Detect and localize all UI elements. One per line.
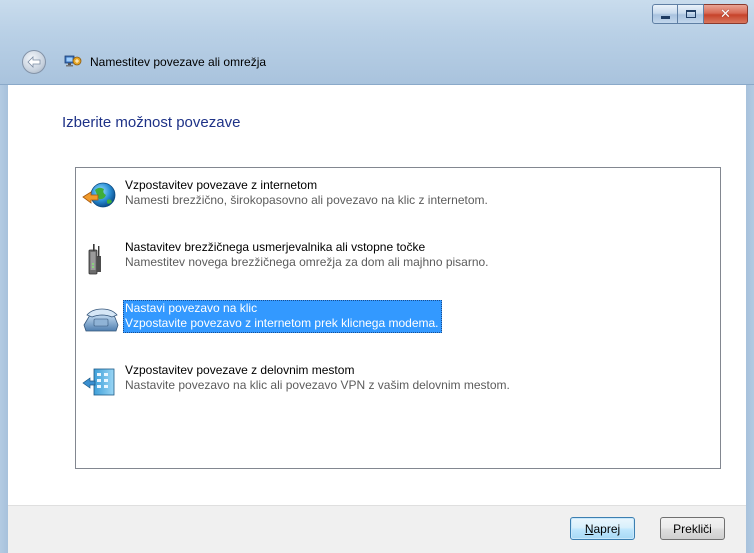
back-arrow-icon: [27, 56, 41, 68]
close-button[interactable]: ✕: [704, 4, 748, 24]
option-title: Vzpostavitev povezave z delovnim mestom: [125, 363, 355, 377]
window-titlebar: [0, 0, 754, 85]
option-wireless-router[interactable]: Nastavitev brezžičnega usmerjevalnika al…: [76, 238, 720, 278]
option-text: Vzpostavitev povezave z delovnim mestom …: [125, 363, 510, 393]
wireless-router-icon: [88, 244, 101, 275]
cancel-button[interactable]: Prekliči: [660, 517, 725, 540]
option-description: Vzpostavite povezavo z internetom prek k…: [125, 316, 439, 330]
option-description: Namestitev novega brezžičnega omrežja za…: [125, 255, 489, 269]
connection-options-list: Vzpostavitev povezave z internetom Names…: [75, 167, 721, 469]
option-description: Namesti brezžično, širokopasovno ali pov…: [125, 193, 488, 207]
option-internet-connection[interactable]: Vzpostavitev povezave z internetom Names…: [76, 176, 720, 216]
globe-connect-icon: [82, 182, 116, 208]
workplace-network-icon: [82, 368, 115, 396]
minimize-icon: [660, 15, 670, 19]
wizard-window: ✕ Namestitev povezave ali omrežja Izberi…: [0, 0, 754, 553]
option-title: Vzpostavitev povezave z internetom: [125, 178, 318, 192]
option-text: Nastavi povezavo na klic Vzpostavite pov…: [123, 300, 442, 333]
minimize-button[interactable]: [652, 4, 678, 24]
next-button-accelerator: N: [584, 521, 594, 536]
window-frame-left: [0, 85, 8, 553]
window-title: Namestitev povezave ali omrežja: [90, 55, 267, 69]
network-wizard-icon: [64, 55, 82, 67]
wizard-footer: Naprej Prekliči: [8, 506, 746, 553]
option-text: Vzpostavitev povezave z internetom Names…: [125, 178, 488, 208]
option-dialup-connection[interactable]: Nastavi povezavo na klic Vzpostavite pov…: [76, 299, 720, 339]
window-frame-right: [746, 85, 754, 553]
option-description: Nastavite povezavo na klic ali povezavo …: [125, 378, 510, 392]
next-button[interactable]: Naprej: [570, 517, 635, 540]
page-heading: Izberite možnost povezave: [62, 114, 241, 131]
caption-buttons: ✕: [652, 4, 748, 24]
next-button-label: aprej: [593, 521, 621, 536]
option-title: Nastavitev brezžičnega usmerjevalnika al…: [125, 240, 426, 254]
option-text: Nastavitev brezžičnega usmerjevalnika al…: [125, 240, 489, 270]
option-title: Nastavi povezavo na klic: [125, 301, 258, 315]
close-icon: ✕: [720, 6, 731, 22]
back-button[interactable]: [22, 50, 46, 74]
maximize-icon: [685, 10, 696, 18]
maximize-button[interactable]: [678, 4, 704, 24]
dialup-phone-icon: [83, 308, 119, 332]
option-workplace-connection[interactable]: Vzpostavitev povezave z delovnim mestom …: [76, 361, 720, 401]
